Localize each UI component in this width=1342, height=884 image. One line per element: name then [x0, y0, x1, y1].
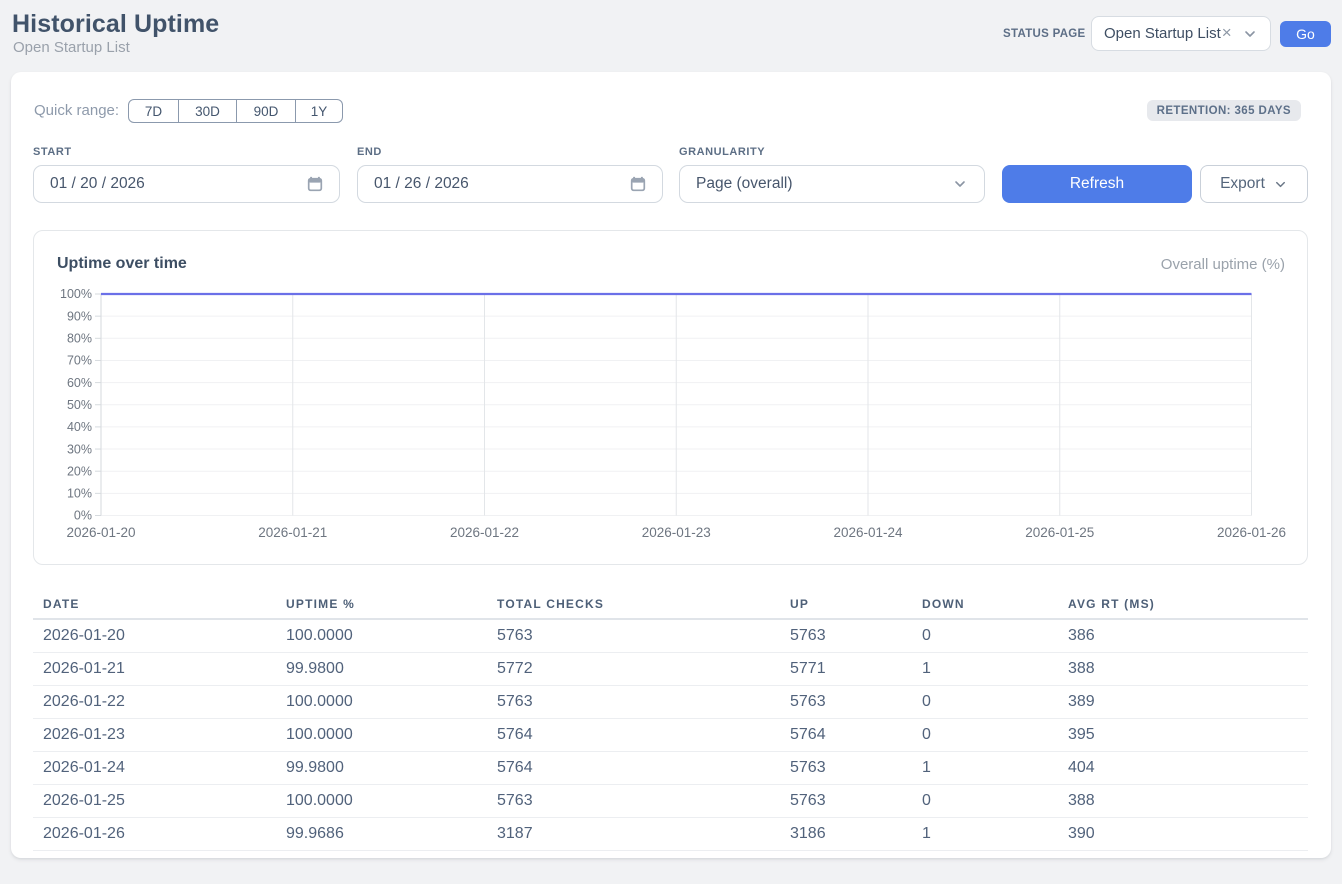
svg-text:0%: 0%	[74, 509, 92, 523]
svg-text:60%: 60%	[67, 376, 92, 390]
svg-text:2026-01-26: 2026-01-26	[1217, 525, 1286, 540]
svg-text:2026-01-23: 2026-01-23	[642, 525, 711, 540]
svg-text:70%: 70%	[67, 354, 92, 368]
svg-text:40%: 40%	[67, 420, 92, 434]
svg-text:30%: 30%	[67, 442, 92, 456]
svg-text:90%: 90%	[67, 309, 92, 323]
svg-text:2026-01-24: 2026-01-24	[833, 525, 903, 540]
svg-text:10%: 10%	[67, 487, 92, 501]
svg-text:80%: 80%	[67, 332, 92, 346]
svg-text:2026-01-21: 2026-01-21	[258, 525, 327, 540]
svg-text:2026-01-25: 2026-01-25	[1025, 525, 1094, 540]
svg-text:2026-01-22: 2026-01-22	[450, 525, 519, 540]
svg-text:2026-01-20: 2026-01-20	[66, 525, 135, 540]
svg-text:100%: 100%	[60, 287, 92, 301]
svg-text:20%: 20%	[67, 464, 92, 478]
svg-text:50%: 50%	[67, 398, 92, 412]
